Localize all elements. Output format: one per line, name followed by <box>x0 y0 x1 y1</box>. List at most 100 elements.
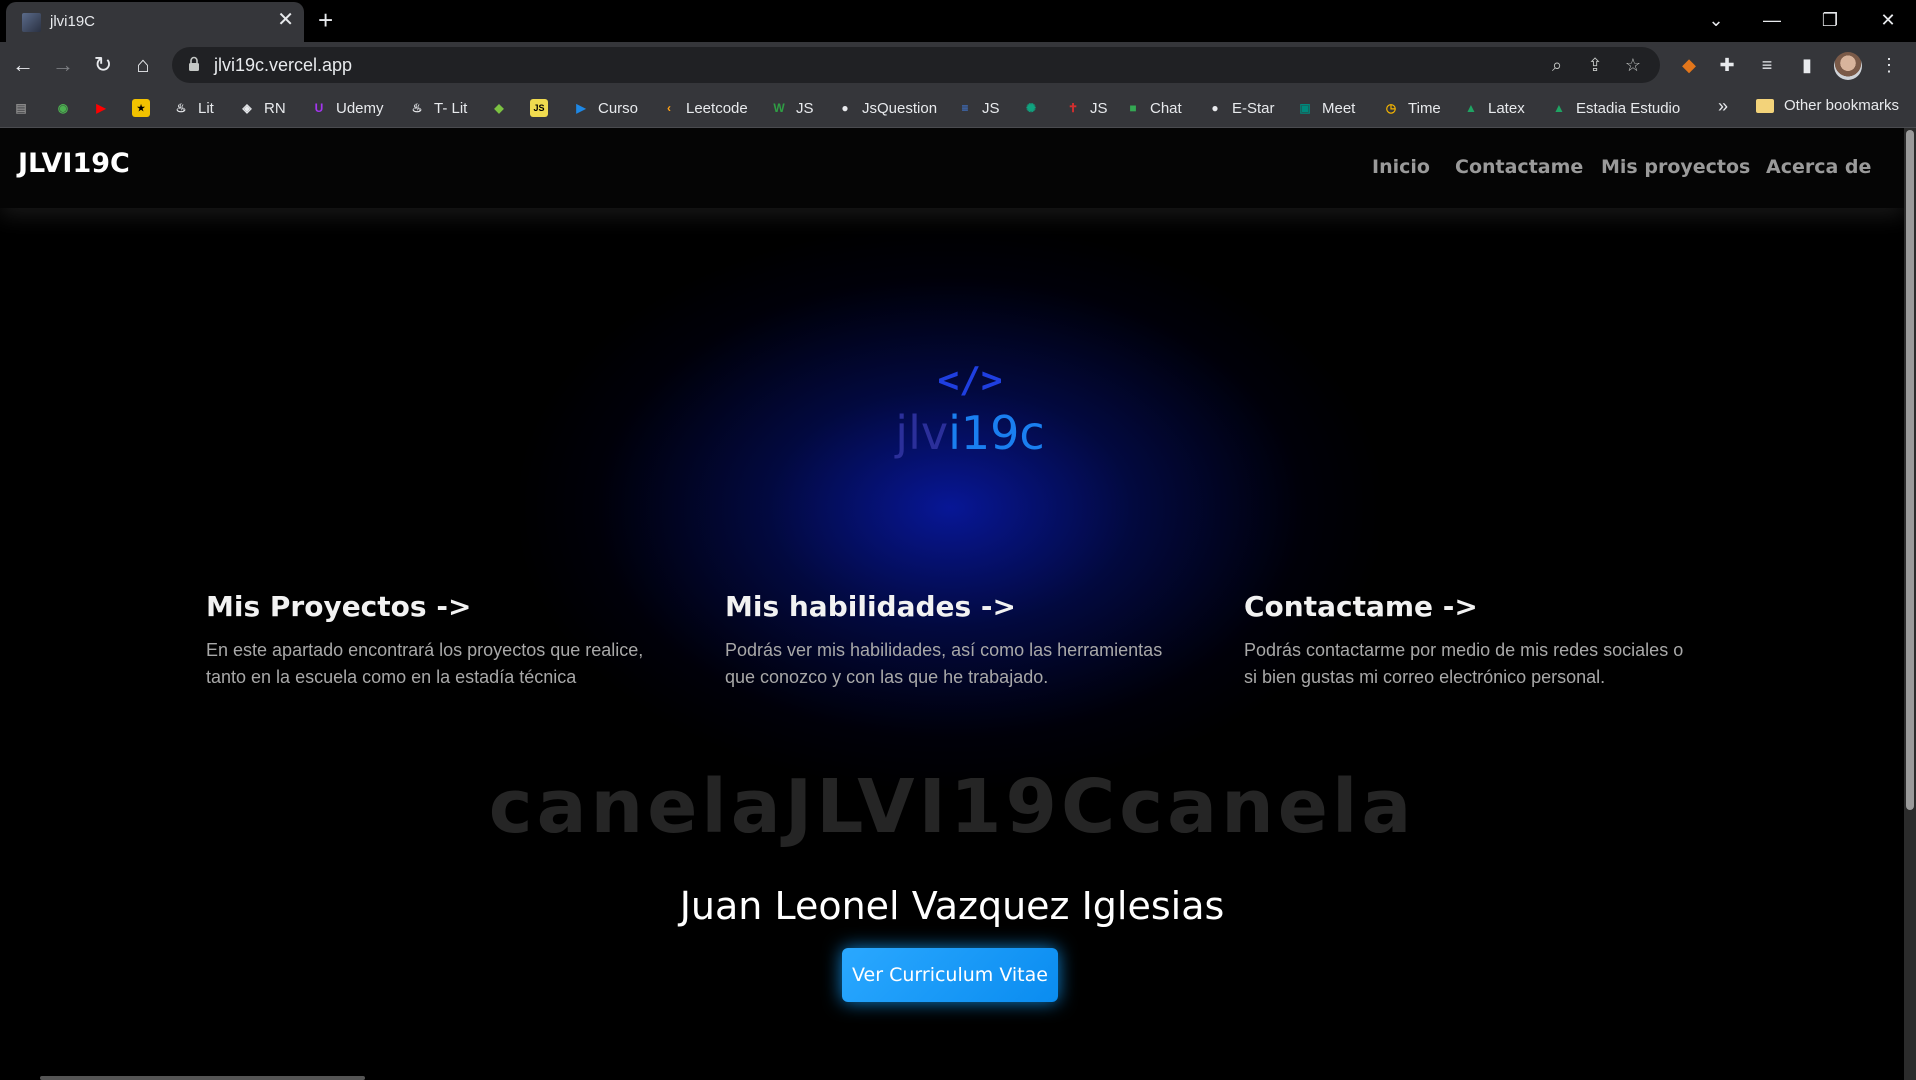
bookmark-item-js[interactable]: W JS <box>770 97 813 119</box>
bookmark-item-udemy[interactable]: U Udemy <box>310 97 384 119</box>
minimize-icon[interactable]: — <box>1752 6 1792 34</box>
bookmark-item-chat[interactable]: ■ Chat <box>1124 97 1181 119</box>
drive-icon: ▲ <box>1553 101 1565 115</box>
menu-kebab-icon[interactable]: ⋮ <box>1874 50 1904 80</box>
bookmark-item-estadia-estudio[interactable]: ▲ Estadia Estudio <box>1550 97 1680 119</box>
hero-glow <box>520 228 1380 788</box>
card-text: En este apartado encontrará los proyecto… <box>206 640 644 687</box>
w-icon: W <box>773 101 785 115</box>
nav-mis-proyectos[interactable]: Mis proyectos <box>1601 156 1750 178</box>
bookmark-label: Time <box>1408 99 1441 117</box>
fire-icon: ♨ <box>411 101 423 115</box>
figure-icon: ✝ <box>1067 101 1079 115</box>
play-icon: ▶ <box>576 101 586 115</box>
bookmark-yellow-icon: ★ <box>132 99 150 117</box>
back-icon[interactable]: ← <box>8 50 38 80</box>
bookmark-item[interactable]: ★ <box>132 97 158 119</box>
bookmark-label: Udemy <box>336 99 384 117</box>
react-native-icon: ◈ <box>242 101 252 115</box>
bookmark-green-icon: ◆ <box>494 101 504 115</box>
close-tab-icon[interactable]: ✕ <box>277 10 294 30</box>
bookmark-label: Leetcode <box>686 99 748 117</box>
github-icon: ● <box>841 101 849 115</box>
page-scrollbar[interactable] <box>1904 128 1916 1080</box>
bookmark-item-e-star[interactable]: ● E-Star <box>1206 97 1275 119</box>
card-contactame[interactable]: Contactame -> Podrás contactarme por med… <box>1244 590 1684 691</box>
address-bar[interactable]: jlvi19c.vercel.app ⌕ ⇪ ☆ <box>172 47 1660 83</box>
bookmark-item[interactable]: ◆ <box>490 97 516 119</box>
side-panel-icon[interactable]: ▮ <box>1792 50 1822 80</box>
bookmark-item-meet[interactable]: ▣ Meet <box>1296 97 1355 119</box>
hero-logo: jlvi19c <box>870 406 1070 460</box>
card-mis-proyectos[interactable]: Mis Proyectos -> En este apartado encont… <box>206 590 646 691</box>
fire-icon: ♨ <box>175 101 187 115</box>
bookmark-item[interactable]: JS <box>530 97 556 119</box>
home-icon[interactable]: ⌂ <box>128 50 158 80</box>
bookmark-item[interactable]: ◉ <box>54 97 80 119</box>
bookmark-label: Meet <box>1322 99 1356 117</box>
background-marquee-text: canelaJLVI19Ccanela <box>488 764 1416 850</box>
search-icon[interactable]: ⌕ <box>1544 53 1570 77</box>
view-cv-button[interactable]: Ver Curriculum Vitae <box>842 948 1058 1002</box>
reload-icon[interactable]: ↻ <box>88 50 118 80</box>
bookmark-item-time[interactable]: ◷ Time <box>1382 97 1441 119</box>
bookmark-item-jsquestion[interactable]: ● JsQuestion <box>836 97 937 119</box>
youtube-icon: ▶ <box>96 101 106 115</box>
profile-avatar[interactable] <box>1834 52 1862 80</box>
bookmark-label: RN <box>264 99 286 117</box>
card-title[interactable]: Mis Proyectos -> <box>206 590 646 623</box>
website-viewport: JLVI19C Inicio Contactame Mis proyectos … <box>0 128 1904 1080</box>
bookmark-item-t-lit[interactable]: ♨ T- Lit <box>408 97 468 119</box>
bookmark-item-lit[interactable]: ♨ Lit <box>172 97 214 119</box>
bookmark-item-curso[interactable]: ▶ Curso <box>572 97 638 119</box>
close-window-icon[interactable]: ✕ <box>1868 6 1908 34</box>
bookmark-item-latex[interactable]: ▲ Latex <box>1462 97 1525 119</box>
js-icon: JS <box>530 99 548 117</box>
bookmark-item[interactable]: ▤ <box>12 97 38 119</box>
meet-icon: ▣ <box>1299 101 1311 115</box>
bookmark-label: Curso <box>598 99 639 117</box>
tab-search-icon[interactable]: ⌄ <box>1696 6 1736 34</box>
logo-dim-part: jlv <box>895 406 949 460</box>
bookmark-item[interactable]: ✺ <box>1022 97 1048 119</box>
scrollbar-thumb[interactable] <box>1906 130 1914 810</box>
forward-icon[interactable]: → <box>48 50 78 80</box>
bookmark-label: Estadia Estudio <box>1576 99 1681 117</box>
active-tab[interactable]: jlvi19C ✕ <box>6 2 304 42</box>
nav-inicio[interactable]: Inicio <box>1372 156 1430 178</box>
card-text: Podrás contactarme por medio de mis rede… <box>1244 640 1684 687</box>
star-icon[interactable]: ☆ <box>1620 53 1646 77</box>
restore-icon[interactable]: ❐ <box>1810 6 1850 34</box>
metamask-icon[interactable]: ◆ <box>1674 50 1704 80</box>
openai-icon: ✺ <box>1025 101 1037 115</box>
nav-acerca-de[interactable]: Acerca de <box>1766 156 1871 178</box>
browser-toolbar: ← → ↻ ⌂ jlvi19c.vercel.app ⌕ ⇪ ☆ ◆ ✚ ≡ ▮… <box>0 42 1916 88</box>
bookmark-item-rn[interactable]: ◈ RN <box>238 97 286 119</box>
card-title[interactable]: Contactame -> <box>1244 590 1684 623</box>
share-icon[interactable]: ⇪ <box>1582 53 1608 77</box>
bookmark-item-leetcode[interactable]: ‹ Leetcode <box>660 97 748 119</box>
media-control-icon[interactable]: ≡ <box>1752 50 1782 80</box>
leetcode-icon: ‹ <box>667 101 671 115</box>
bookmark-label: Latex <box>1488 99 1525 117</box>
logo-bright-part: i19c <box>948 406 1045 460</box>
drive-icon: ▲ <box>1465 101 1477 115</box>
other-bookmarks[interactable]: Other bookmarks <box>1756 97 1899 114</box>
bookmark-label: Lit <box>198 99 214 117</box>
bookmarks-more-icon[interactable]: » <box>1718 96 1728 117</box>
code-brackets-icon: </> <box>937 360 1003 401</box>
new-tab-icon[interactable]: + <box>318 5 333 35</box>
card-mis-habilidades[interactable]: Mis habilidades -> Podrás ver mis habili… <box>725 590 1165 691</box>
bookmark-chrome-icon: ◉ <box>57 101 69 115</box>
bookmark-item-js[interactable]: ✝ JS <box>1064 97 1108 119</box>
extensions-icon[interactable]: ✚ <box>1712 50 1742 80</box>
bookmark-item[interactable]: ▶ <box>92 97 118 119</box>
lock-icon <box>189 56 199 71</box>
nav-contactame[interactable]: Contactame <box>1455 156 1583 178</box>
udemy-icon: U <box>314 101 324 115</box>
bookmark-item-js[interactable]: ≡ JS <box>956 97 999 119</box>
bookmark-label: E-Star <box>1232 99 1275 117</box>
github-icon: ● <box>1211 101 1219 115</box>
site-brand[interactable]: JLVI19C <box>18 148 130 179</box>
card-title[interactable]: Mis habilidades -> <box>725 590 1165 623</box>
